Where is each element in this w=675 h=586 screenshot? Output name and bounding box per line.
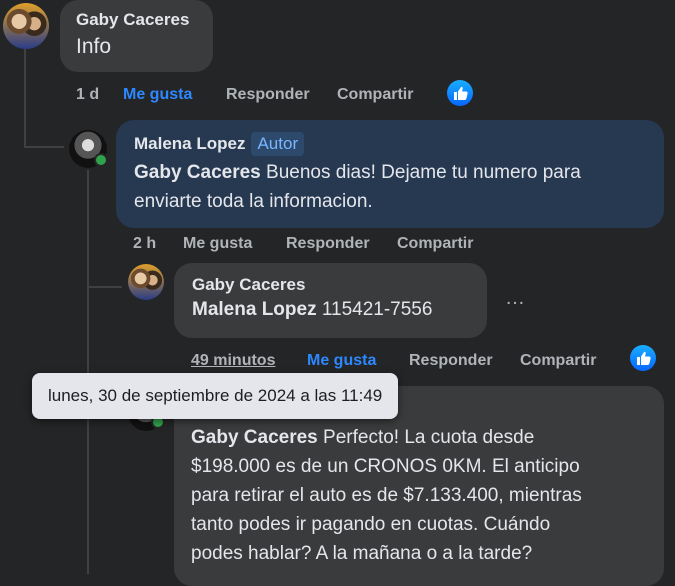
mention-link[interactable]: Malena Lopez (192, 299, 317, 320)
comment-bubble: Gaby Caceres Malena Lopez 115421-7556 (174, 263, 487, 338)
comment-text-line: para retirar el auto es de $7.133.400, m… (191, 485, 582, 506)
like-button[interactable]: Me gusta (123, 86, 192, 104)
comment-author[interactable]: Gaby Caceres (76, 10, 197, 30)
comment-author[interactable]: Malena Lopez (134, 134, 245, 153)
comment-author-line: Malena Lopez Autor (134, 132, 646, 156)
comment-actions: 2 h Me gusta Responder Compartir (133, 235, 513, 257)
reply-button[interactable]: Responder (409, 352, 493, 370)
like-reaction-icon[interactable] (630, 345, 656, 371)
thread-line (24, 48, 26, 148)
mention-link[interactable]: Gaby Caceres (191, 427, 318, 448)
comment-text-line: $198.000 es de un CRONOS 0KM. El anticip… (191, 456, 580, 477)
comment-text: Gaby Caceres Buenos dias! Dejame tu nume… (134, 158, 646, 216)
online-status-icon (94, 153, 108, 167)
avatar[interactable] (3, 3, 49, 49)
comment-time[interactable]: 1 d (76, 86, 99, 104)
thread-line (87, 170, 89, 574)
share-button[interactable]: Compartir (520, 352, 596, 370)
comment-text-line: enviarte toda la informacion. (134, 191, 373, 212)
reply-button[interactable]: Responder (286, 235, 370, 253)
reply-button[interactable]: Responder (226, 86, 310, 104)
comment-bubble: Gaby Caceres Info (60, 0, 213, 72)
like-button[interactable]: Me gusta (183, 235, 252, 253)
comment-text: Gaby Caceres Perfecto! La cuota desde $1… (191, 423, 647, 568)
comment-time[interactable]: 49 minutos (191, 352, 275, 370)
comment-text-line: 115421-7556 (316, 299, 433, 320)
comment-author[interactable]: Gaby Caceres (192, 275, 469, 295)
share-button[interactable]: Compartir (397, 235, 473, 253)
comment-actions: 49 minutos Me gusta Responder Compartir (191, 352, 611, 374)
avatar[interactable] (128, 264, 164, 300)
author-badge: Autor (251, 132, 305, 156)
more-options-icon[interactable]: … (505, 287, 526, 310)
like-button[interactable]: Me gusta (307, 352, 376, 370)
like-reaction-icon[interactable] (447, 80, 473, 106)
comment-text: Info (76, 35, 112, 58)
comment-text-line: Perfecto! La cuota desde (317, 427, 535, 448)
comment-text-line: tanto podes ir pagando en cuotas. Cuándo (191, 514, 551, 535)
comment-actions: 1 d Me gusta Responder Compartir (76, 86, 456, 108)
timestamp-tooltip: lunes, 30 de septiembre de 2024 a las 11… (32, 373, 399, 419)
thread-line-elbow (24, 146, 64, 148)
mention-link[interactable]: Gaby Caceres (134, 162, 261, 183)
comment-text: Malena Lopez 115421-7556 (192, 295, 469, 324)
comment-bubble: Malena Lopez Autor Gaby Caceres Buenos di… (116, 120, 664, 228)
thread-line-elbow (87, 286, 122, 288)
comment-text-line: Buenos dias! Dejame tu numero para (260, 162, 581, 183)
share-button[interactable]: Compartir (337, 86, 413, 104)
comment-text-line: podes hablar? A la mañana o a la tarde? (191, 543, 533, 564)
comment-time[interactable]: 2 h (133, 235, 156, 253)
